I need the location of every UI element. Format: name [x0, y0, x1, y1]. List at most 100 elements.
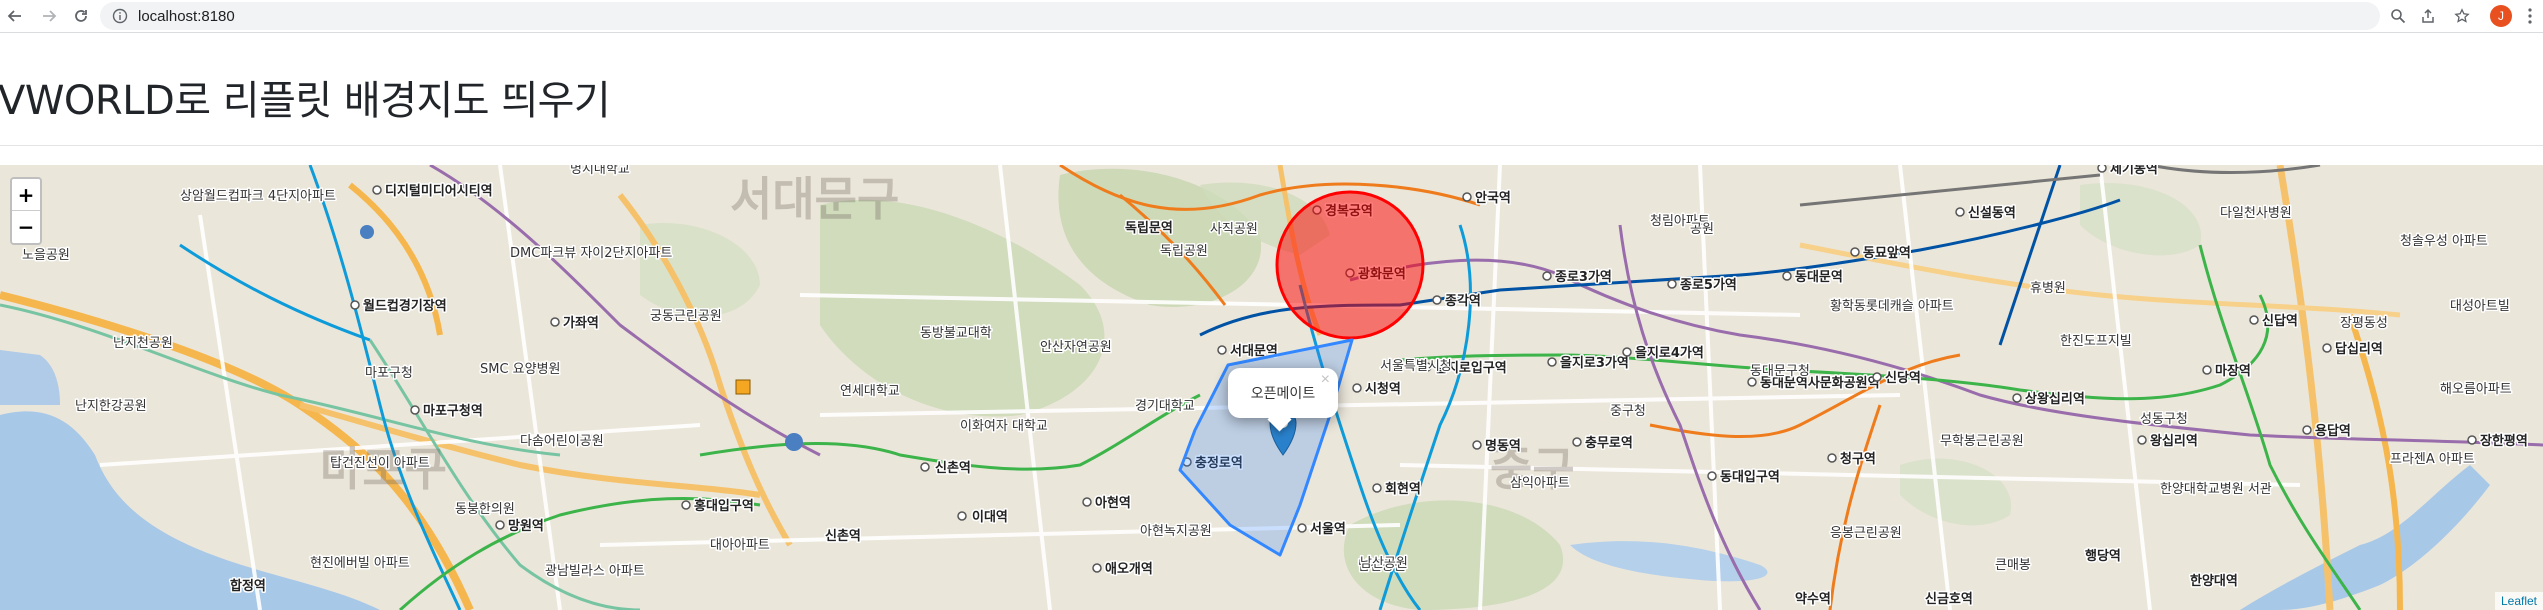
place-label: 한양대학교병원 서관 [2160, 482, 2272, 497]
place-label: 장평동성 [2340, 316, 2388, 331]
place-label: 이화여자 대학교 [960, 419, 1048, 434]
station-label: 시청역 [1365, 381, 1401, 397]
station-label: 용답역 [2315, 423, 2351, 439]
place-label: 중구청 [1610, 404, 1646, 419]
map-attribution-link[interactable]: Leaflet [2494, 592, 2543, 610]
place-label: 현진에버빌 아파트 [310, 556, 410, 571]
place-label: 탑건진선이 아파트 [330, 456, 430, 471]
more-menu-icon[interactable] [2527, 7, 2533, 25]
zoom-control: + − [10, 177, 42, 245]
place-label: 대성아트빌 [2450, 299, 2510, 314]
place-label: 동붕한의원 [455, 502, 515, 517]
station-label: 충무로역 [1585, 435, 1633, 451]
place-label: 프라젠A 아파트 [2390, 452, 2475, 467]
place-label: 응봉근린공원 [1830, 526, 1902, 541]
place-label: 황학동롯데캐슬 아파트 [1830, 299, 1954, 314]
address-bar[interactable]: localhost:8180 [100, 2, 2380, 30]
place-label: 독립공원 [1160, 244, 1208, 259]
station-label: 홍대입구역 [694, 498, 754, 514]
place-label: 광남빌라스 아파트 [545, 564, 645, 579]
place-label: 다솜어린이공원 [520, 434, 604, 449]
station-label: 신당역 [1885, 370, 1921, 386]
place-label: 난지천공원 [113, 336, 173, 351]
place-label: 난지한강공원 [75, 399, 147, 414]
station-label: 월드컵경기장역 [363, 298, 447, 314]
place-label: 남산공원 [1360, 556, 1408, 571]
station-label: 독립문역 [1125, 220, 1173, 236]
site-info-icon[interactable] [112, 8, 128, 24]
zoom-icon[interactable] [2388, 6, 2408, 26]
place-label: 경기대학교 [1135, 399, 1195, 414]
station-label: 종각역 [1445, 293, 1481, 309]
map-container[interactable]: 서대문구 마포구 중구 신촌역 이대역 아현역 충정로역 서울역 시청역 광화문… [0, 165, 2543, 610]
station-label: 행당역 [2085, 548, 2121, 564]
place-label: 한진도프지빌 [2060, 334, 2132, 349]
station-label: 상왕십리역 [2025, 391, 2085, 407]
station-label: 서울역 [1310, 521, 1346, 537]
place-label: 연세대학교 [840, 384, 900, 399]
popup-close-button[interactable]: × [1321, 372, 1330, 388]
station-label: 이대역 [972, 509, 1008, 525]
place-label: 다일천사병원 [2220, 206, 2292, 221]
place-label: 동방불교대학 [920, 326, 992, 341]
station-label: 회현역 [1385, 481, 1421, 497]
url-text: localhost:8180 [138, 8, 235, 25]
zoom-in-button[interactable]: + [12, 179, 40, 211]
station-label: 안국역 [1475, 190, 1511, 206]
place-label: 동대문구청 [1750, 364, 1810, 379]
place-label: 사직공원 [1210, 222, 1258, 237]
station-label: 명동역 [1485, 438, 1521, 454]
marker-popup: 오픈메이트 × [1228, 368, 1338, 432]
station-label: 마포구청역 [423, 403, 483, 419]
zoom-out-button[interactable]: − [12, 211, 40, 243]
place-label: 대아아파트 [710, 538, 770, 553]
circle-overlay[interactable] [1275, 190, 1425, 340]
station-label: 종로5가역 [1680, 277, 1737, 293]
station-label: 신설동역 [1968, 205, 2016, 221]
place-label: 명지대학교 [570, 165, 630, 177]
station-label: 약수역 [1795, 591, 1831, 607]
profile-avatar[interactable]: J [2490, 5, 2512, 27]
place-label: 안산자연공원 [1040, 340, 1112, 355]
place-label: SMC 요양병원 [480, 362, 561, 377]
reload-icon[interactable] [70, 5, 92, 27]
place-label: 상암월드컵파크 4단지아파트 [180, 189, 336, 204]
place-label: 노을공원 [22, 248, 70, 263]
place-label: 큰매봉 [1995, 558, 2031, 573]
place-label: 서울특별시청 [1380, 359, 1452, 374]
station-label: 마장역 [2215, 363, 2251, 379]
station-label: 왕십리역 [2150, 433, 2198, 449]
back-arrow-icon[interactable] [4, 5, 26, 27]
station-label: 장한평역 [2480, 433, 2528, 449]
station-label: 신금호역 [1925, 591, 1973, 607]
place-label: 공원 [1690, 222, 1714, 237]
district-label: 서대문구 [730, 172, 899, 226]
browser-toolbar: localhost:8180 J [0, 0, 2543, 33]
station-label: 동대입구역 [1720, 469, 1780, 485]
share-icon[interactable] [2418, 6, 2438, 26]
station-label: 청구역 [1840, 451, 1876, 467]
station-label: 동대문역 [1795, 269, 1843, 285]
station-label: 합정역 [230, 578, 266, 594]
station-label: 답십리역 [2335, 341, 2383, 357]
station-label: 제기동역 [2110, 165, 2158, 177]
station-label: 동묘앞역 [1863, 245, 1911, 261]
station-label: 아현역 [1095, 495, 1131, 511]
station-label: 애오개역 [1105, 561, 1153, 577]
place-label: 청솔우성 아파트 [2400, 234, 2488, 249]
popup-text: 오픈메이트 [1250, 385, 1316, 401]
station-label: 을지로3가역 [1560, 355, 1629, 371]
station-label: 신촌역 [825, 528, 861, 544]
station-label: 신촌역 [935, 460, 971, 476]
place-label: 휴병원 [2030, 281, 2066, 296]
bookmark-star-icon[interactable] [2452, 6, 2472, 26]
page-title: VWORLD로 리플릿 배경지도 띄우기 [0, 78, 611, 124]
station-label: 신답역 [2262, 313, 2298, 329]
station-label: 디지털미디어시티역 [385, 183, 493, 199]
place-label: 해오름아파트 [2440, 382, 2512, 397]
forward-arrow-icon[interactable] [38, 5, 60, 27]
place-label: 마포구청 [365, 366, 413, 381]
place-label: 삼익아파트 [1510, 476, 1570, 491]
place-label: 성동구청 [2140, 412, 2188, 427]
place-label: DMC파크뷰 자이2단지아파트 [510, 246, 672, 261]
